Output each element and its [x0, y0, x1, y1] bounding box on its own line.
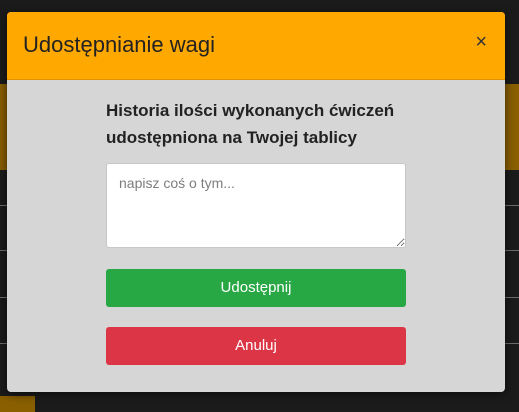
- background-corner: [0, 396, 35, 412]
- modal-title: Udostępnianie wagi: [23, 32, 216, 57]
- share-message: Historia ilości wykonanych ćwiczeń udost…: [106, 101, 395, 147]
- share-button[interactable]: Udostępnij: [106, 269, 406, 307]
- modal-header: Udostępnianie wagi ×: [7, 12, 505, 80]
- modal-body: Historia ilości wykonanych ćwiczeń udost…: [106, 97, 406, 365]
- comment-textarea[interactable]: [106, 163, 406, 248]
- share-modal: Udostępnianie wagi × Historia ilości wyk…: [7, 12, 505, 392]
- cancel-button[interactable]: Anuluj: [106, 327, 406, 365]
- close-button[interactable]: ×: [475, 32, 487, 52]
